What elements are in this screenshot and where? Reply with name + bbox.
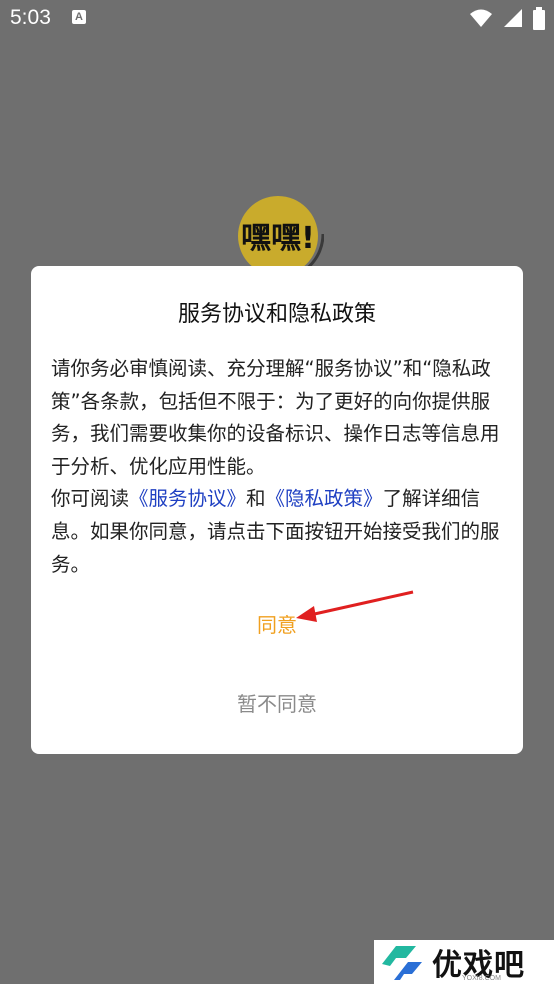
privacy-policy-link[interactable]: 《隐私政策》 [266,487,383,510]
a-letter-icon: A [72,10,86,24]
dialog-body-prefix: 你可阅读 [51,487,130,511]
status-time: 5:03 [10,6,51,29]
status-icons [467,7,546,31]
status-bar: 5:03 A [0,0,554,38]
dialog-title: 服务协议和隐私政策 [177,302,376,327]
dialog-body-text-1: 请你务必审慎阅读、充分理解“服务协议”和“隐私政策”各条款，包括但不限于：为了更… [51,357,500,478]
wifi-icon [470,9,493,27]
watermark-logo-icon [382,946,422,980]
watermark-url: YOXI8.COM [462,975,501,982]
watermark: 优戏吧 YOXI8.COM [374,940,554,984]
battery-icon [533,7,545,30]
signal-icon [503,9,522,27]
dialog-body: 请你务必审慎阅读、充分理解“服务协议”和“隐私政策”各条款，包括但不限于：为了更… [51,353,507,581]
service-agreement-link[interactable]: 《服务协议》 [129,487,246,510]
logo-text: 嘿嘿! [241,221,315,256]
agree-button[interactable]: 同意 [227,605,327,645]
decline-button[interactable]: 暂不同意 [207,684,347,724]
privacy-dialog: 服务协议和隐私政策 请你务必审慎阅读、充分理解“服务协议”和“隐私政策”各条款，… [31,266,523,754]
dialog-body-conjunction: 和 [246,487,266,511]
